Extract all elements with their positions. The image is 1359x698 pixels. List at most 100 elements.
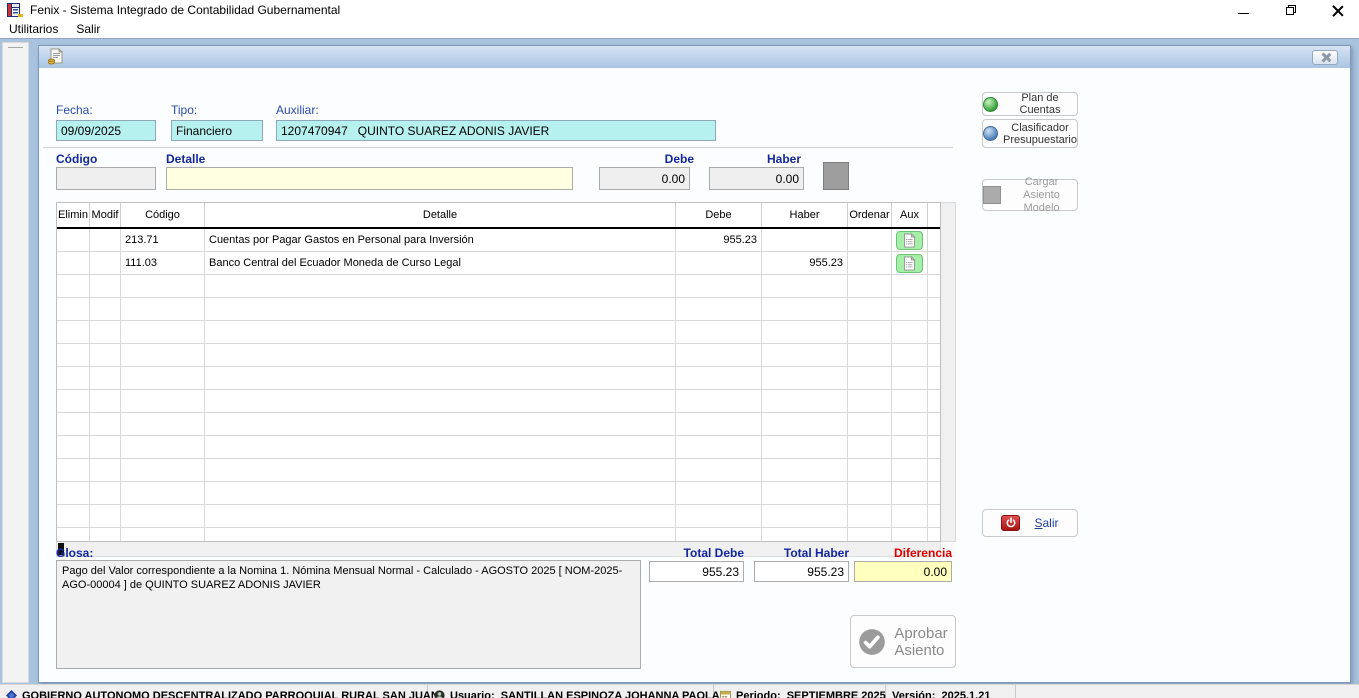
grid-cell [57, 275, 90, 298]
total-debe-label: Total Debe [649, 546, 744, 560]
grid-cell [676, 505, 762, 528]
minimize-button[interactable] [1228, 2, 1258, 18]
detalle-input[interactable] [166, 167, 573, 190]
grid-cell [892, 298, 928, 321]
table-row-empty [57, 298, 940, 321]
grid-cell-filler [928, 505, 940, 528]
grid-cell [90, 436, 121, 459]
menubar: Utilitarios Salir [0, 20, 1359, 38]
grid-cell: 955.23 [676, 229, 762, 252]
grid-cell-filler [928, 229, 940, 252]
grid-cell [762, 275, 848, 298]
grid-cell [90, 252, 121, 275]
grid-cell-filler [928, 482, 940, 505]
grid-cell [892, 528, 928, 542]
grid-cell [121, 482, 205, 505]
clasificador-presupuestario-button[interactable]: ClasificadorPresupuestario [982, 119, 1078, 148]
aprobar-asiento-button[interactable]: AprobarAsiento [850, 615, 956, 668]
window-title: Fenix - Sistema Integrado de Contabilida… [30, 3, 340, 17]
table-row[interactable]: 111.03Banco Central del Ecuador Moneda d… [57, 252, 940, 275]
grid-column-header-modif: Modif [90, 203, 121, 227]
grid-cell [676, 459, 762, 482]
grid-cell [848, 528, 892, 542]
grid-cell [676, 528, 762, 542]
grid-cell [121, 505, 205, 528]
table-row-empty [57, 413, 940, 436]
statusbar-usuario: Usuario: SANTILLAN ESPINOZA JOHANNA PAOL… [428, 685, 714, 698]
grid-cell [848, 413, 892, 436]
diferencia-field: 0.00 [854, 561, 952, 582]
grid-cell [205, 390, 676, 413]
grid-cell [848, 367, 892, 390]
grid-cell [762, 367, 848, 390]
grid-column-header-ordenar: Ordenar [848, 203, 892, 227]
glosa-textarea[interactable]: Pago del Valor correspondiente a la Nomi… [56, 560, 641, 669]
grid-cell [676, 436, 762, 459]
grid-cell [57, 390, 90, 413]
grid-cell [762, 528, 848, 542]
grid-cell [892, 275, 928, 298]
grid-cell-filler [928, 275, 940, 298]
asiento-window-titlebar [39, 46, 1350, 68]
cargar-asiento-label: Cargar AsientoModelo [1006, 176, 1077, 215]
auxiliar-field[interactable]: 1207470947 QUINTO SUAREZ ADONIS JAVIER [276, 120, 716, 141]
grid-column-header-código: Código [121, 203, 205, 227]
grid-cell [676, 298, 762, 321]
grid-cell [121, 321, 205, 344]
restore-button[interactable] [1276, 2, 1306, 18]
grid-cell [848, 298, 892, 321]
grid-cell [90, 298, 121, 321]
separator-line [43, 147, 953, 149]
menu-salir[interactable]: Salir [67, 21, 109, 37]
asiento-window: Fecha: Tipo: Auxiliar: 09/09/2025 Financ… [38, 45, 1351, 683]
tipo-field[interactable]: Financiero [171, 120, 263, 141]
total-haber-label: Total Haber [754, 546, 849, 560]
gray-square-icon [983, 186, 1001, 204]
asiento-close-button[interactable] [1312, 50, 1338, 65]
haber-input[interactable]: 0.00 [709, 167, 804, 190]
cargar-asiento-modelo-button[interactable]: Cargar AsientoModelo [982, 179, 1078, 211]
grid-cell [121, 298, 205, 321]
salir-button[interactable]: Salir [982, 509, 1078, 537]
grid-cell [848, 229, 892, 252]
entry-action-button[interactable] [823, 162, 849, 190]
calendar-icon [720, 690, 731, 698]
grid-cell [892, 321, 928, 344]
plan-de-cuentas-label: Plan de Cuentas [1003, 92, 1077, 116]
statusbar-periodo: Periodo: SEPTIEMBRE 2025 [714, 685, 886, 698]
grid-cell-aux [892, 252, 928, 275]
grid-cell: Banco Central del Ecuador Moneda de Curs… [205, 252, 676, 275]
table-row[interactable]: 213.71Cuentas por Pagar Gastos en Person… [57, 229, 940, 252]
codigo-input[interactable] [56, 167, 156, 190]
aux-button[interactable] [896, 254, 923, 273]
fecha-field[interactable]: 09/09/2025 [56, 120, 156, 141]
tipo-label: Tipo: [171, 103, 197, 117]
grid-cell [90, 229, 121, 252]
total-debe-field: 955.23 [649, 561, 744, 582]
grid-cell [676, 321, 762, 344]
aux-button[interactable] [896, 231, 923, 250]
grid-cell [205, 505, 676, 528]
grid-cell-filler [928, 252, 940, 275]
grid-cell [121, 390, 205, 413]
debe-input[interactable]: 0.00 [599, 167, 690, 190]
menu-utilitarios[interactable]: Utilitarios [0, 21, 67, 37]
grid-cell [121, 413, 205, 436]
grid-cell [57, 482, 90, 505]
grid-cell [676, 390, 762, 413]
grid-cell [57, 229, 90, 252]
close-button[interactable] [1322, 2, 1352, 18]
grid-vertical-scrollbar[interactable] [941, 202, 956, 542]
grid-cell [848, 482, 892, 505]
left-toolbar-strip [2, 42, 29, 683]
mdi-area: Fecha: Tipo: Auxiliar: 09/09/2025 Financ… [0, 38, 1359, 685]
toolbar-grip[interactable] [8, 47, 23, 48]
grid-cell [90, 344, 121, 367]
grid-cell [762, 321, 848, 344]
codigo-entry-label: Código [56, 152, 97, 166]
grid-cell [205, 321, 676, 344]
grid-cell [205, 482, 676, 505]
grid-header: EliminModifCódigoDetalleDebeHaberOrdenar… [57, 203, 940, 229]
plan-de-cuentas-button[interactable]: Plan de Cuentas [982, 92, 1078, 116]
grid-column-header-haber: Haber [762, 203, 848, 227]
